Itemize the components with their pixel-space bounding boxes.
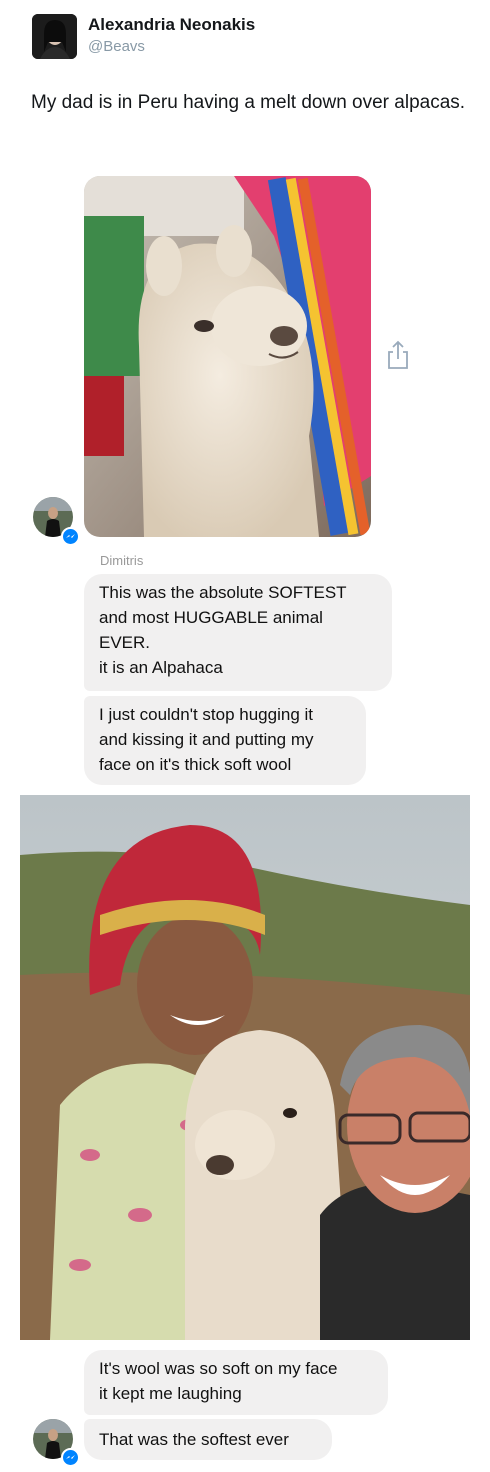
message-line: I just couldn't stop hugging it (99, 705, 313, 724)
message-line: EVER. (99, 633, 151, 652)
message-bubble[interactable]: It's wool was so soft on my face it kept… (84, 1350, 388, 1415)
alpaca-photo[interactable] (84, 176, 371, 537)
message-bubble[interactable]: I just couldn't stop hugging it and kiss… (84, 696, 366, 785)
message-line: face on it's thick soft wool (99, 755, 292, 774)
author-handle[interactable]: @Beavs (88, 38, 145, 55)
selfie-photo[interactable] (20, 795, 470, 1340)
message-bubble[interactable]: This was the absolute SOFTEST and most H… (84, 574, 392, 691)
messenger-badge-icon (61, 1448, 80, 1467)
sender-name: Dimitris (100, 553, 144, 568)
message-bubble[interactable]: That was the softest ever (84, 1419, 332, 1460)
message-line: That was the softest ever (99, 1430, 289, 1449)
message-line: and kissing it and putting my (99, 730, 314, 749)
share-icon[interactable] (386, 340, 410, 370)
author-avatar[interactable] (32, 14, 77, 59)
message-line: it kept me laughing (99, 1384, 242, 1403)
tweet-text: My dad is in Peru having a melt down ove… (31, 92, 466, 113)
messenger-badge-icon (61, 527, 80, 546)
message-line: It's wool was so soft on my face (99, 1359, 338, 1378)
author-name[interactable]: Alexandria Neonakis (88, 15, 255, 35)
message-line: it is an Alpahaca (99, 658, 223, 677)
message-line: and most HUGGABLE animal (99, 608, 323, 627)
message-line: This was the absolute SOFTEST (99, 583, 347, 602)
